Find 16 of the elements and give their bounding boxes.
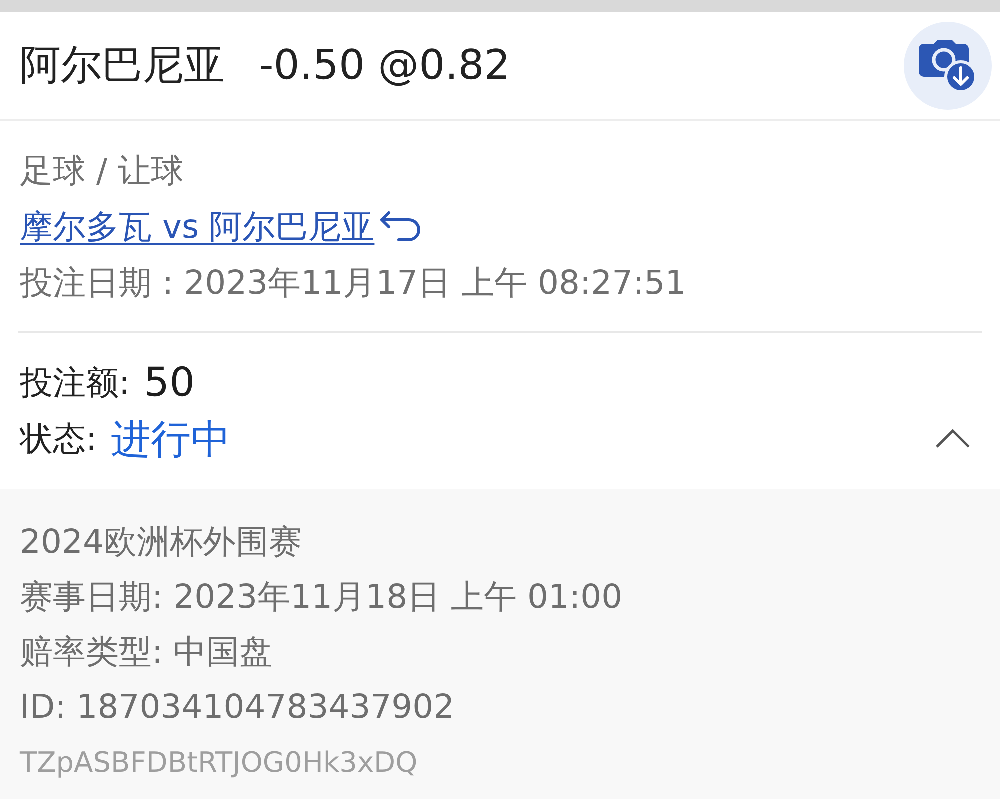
selection-title: 阿尔巴尼亚 <box>20 40 225 90</box>
competition-name: 2024欧洲杯外围赛 <box>20 521 303 563</box>
bet-date: 投注日期 : 2023年11月17日 上午 08:27:51 <box>20 262 688 304</box>
event-date: 赛事日期: 2023年11月18日 上午 01:00 <box>20 576 624 618</box>
reference-code: TZpASBFDBtRTJOG0Hk3xDQ <box>20 745 419 781</box>
return-arrow-icon[interactable] <box>378 211 423 243</box>
match-link[interactable]: 摩尔多瓦 vs 阿尔巴尼亚 <box>20 205 375 249</box>
sport-category: 足球 / 让球 <box>20 150 186 192</box>
chevron-up-icon[interactable] <box>936 429 970 449</box>
stake-label: 投注额: <box>20 362 130 404</box>
bet-id: ID: 187034104783437902 <box>20 686 456 728</box>
stake-value: 50 <box>144 360 196 406</box>
handicap-odds: -0.50 @0.82 <box>259 40 510 90</box>
status-value: 进行中 <box>111 416 232 464</box>
status-label: 状态: <box>20 418 98 460</box>
odds-type: 赔率类型: 中国盘 <box>20 631 274 673</box>
